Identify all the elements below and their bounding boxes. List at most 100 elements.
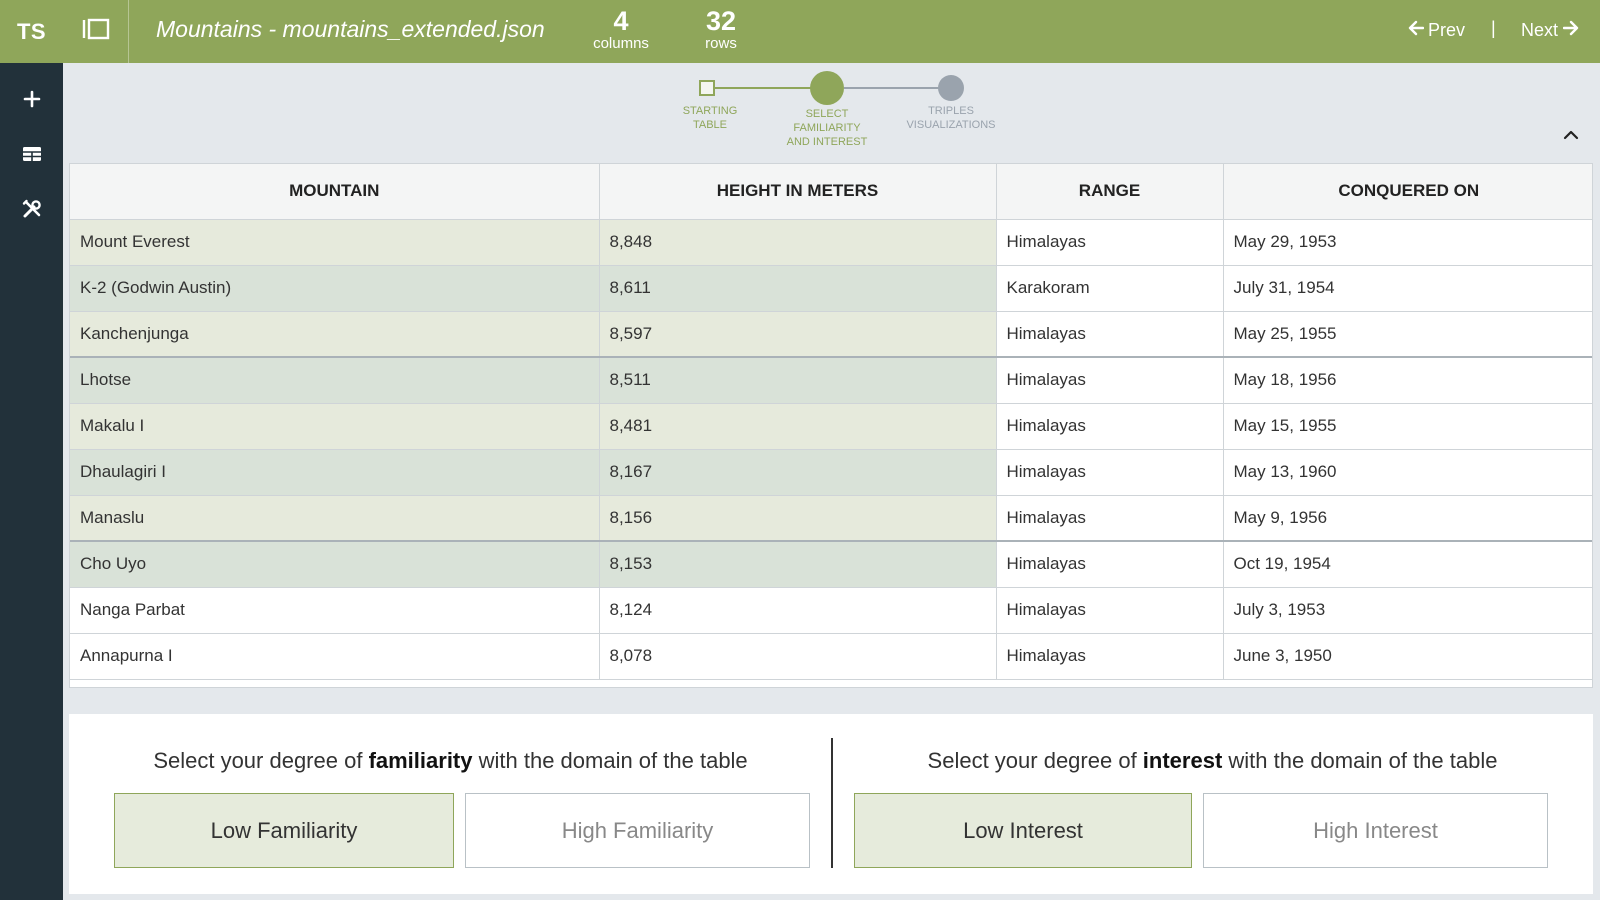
table-header-row: MOUNTAIN HEIGHT IN METERS RANGE CONQUERE…: [70, 164, 1592, 220]
low-interest-button[interactable]: Low Interest: [854, 793, 1192, 868]
table-cell[interactable]: 8,156: [599, 495, 997, 542]
table-cell[interactable]: 8,167: [599, 449, 997, 496]
table-row[interactable]: Dhaulagiri I 8,167 Himalayas May 13, 196…: [70, 449, 1592, 496]
table-cell[interactable]: May 13, 1960: [1223, 449, 1592, 496]
step-label-triples: TRIPLES VISUALIZATIONS: [891, 104, 1011, 132]
table-icon: [22, 145, 42, 163]
table-cell[interactable]: 8,481: [599, 403, 997, 450]
table-cell[interactable]: K-2 (Godwin Austin): [70, 265, 600, 312]
table-cell[interactable]: Kanchenjunga: [70, 311, 600, 358]
sidebar-toggle-button[interactable]: [63, 0, 129, 63]
interest-prompt: Select your degree of interest with the …: [832, 748, 1593, 774]
table-cell[interactable]: Himalayas: [996, 403, 1224, 450]
step-connector: [715, 87, 811, 89]
table-cell[interactable]: Oct 19, 1954: [1223, 540, 1592, 588]
next-label: Next: [1521, 20, 1559, 40]
table-cell[interactable]: Himalayas: [996, 540, 1224, 588]
table-row[interactable]: Kanchenjunga 8,597 Himalayas May 25, 195…: [70, 311, 1592, 358]
table-row[interactable]: Lhotse 8,511 Himalayas May 18, 1956: [70, 356, 1592, 404]
table-cell[interactable]: Cho Uyo: [70, 540, 600, 588]
table-cell[interactable]: Himalayas: [996, 356, 1224, 404]
table-cell[interactable]: Himalayas: [996, 449, 1224, 496]
table-row[interactable]: K-2 (Godwin Austin) 8,611 Karakoram July…: [70, 265, 1592, 312]
table-cell[interactable]: Himalayas: [996, 311, 1224, 358]
top-bar: Mountains - mountains_extended.json 4 co…: [63, 0, 1600, 63]
table-cell[interactable]: July 31, 1954: [1223, 265, 1592, 312]
table-cell[interactable]: Dhaulagiri I: [70, 449, 600, 496]
low-familiarity-button[interactable]: Low Familiarity: [114, 793, 454, 868]
sidebar-toggle-icon: [81, 17, 111, 46]
selection-panel: Select your degree of familiarity with t…: [69, 714, 1593, 894]
table-cell[interactable]: May 18, 1956: [1223, 356, 1592, 404]
rows-count: 32 rows: [681, 6, 761, 51]
table-cell[interactable]: July 3, 1953: [1223, 587, 1592, 634]
prompt-keyword: interest: [1142, 748, 1223, 773]
prev-button[interactable]: Prev: [1408, 20, 1465, 41]
tools-button[interactable]: [0, 181, 63, 236]
table-cell[interactable]: Annapurna I: [70, 633, 600, 680]
arrow-left-icon: [1408, 20, 1425, 41]
data-table-container[interactable]: MOUNTAIN HEIGHT IN METERS RANGE CONQUERE…: [69, 163, 1593, 688]
table-cell[interactable]: 8,153: [599, 540, 997, 588]
step-label-line: AND INTEREST: [786, 136, 868, 148]
table-cell[interactable]: 8,511: [599, 356, 997, 404]
table-cell[interactable]: Nanga Parbat: [70, 587, 600, 634]
arrow-right-icon: [1562, 20, 1579, 41]
table-cell[interactable]: June 3, 1950: [1223, 633, 1592, 680]
chevron-up-icon: [1563, 127, 1579, 145]
column-header-range[interactable]: RANGE: [996, 164, 1224, 220]
columns-count-label: columns: [593, 35, 649, 52]
table-cell[interactable]: Himalayas: [996, 495, 1224, 542]
table-row[interactable]: Manaslu 8,156 Himalayas May 9, 1956: [70, 495, 1592, 542]
step-label-select-familiarity: SELECT FAMILIARITY AND INTEREST: [767, 107, 887, 149]
column-header-mountain[interactable]: MOUNTAIN: [70, 164, 600, 220]
table-row[interactable]: Mount Everest 8,848 Himalayas May 29, 19…: [70, 219, 1592, 266]
app-logo[interactable]: TS: [0, 0, 63, 63]
table-cell[interactable]: 8,611: [599, 265, 997, 312]
table-cell[interactable]: Lhotse: [70, 356, 600, 404]
table-row[interactable]: Annapurna I 8,078 Himalayas June 3, 1950: [70, 633, 1592, 680]
step-label-starting-table: STARTING TABLE: [655, 104, 765, 132]
table-row[interactable]: Nanga Parbat 8,124 Himalayas July 3, 195…: [70, 587, 1592, 634]
table-cell[interactable]: May 29, 1953: [1223, 219, 1592, 266]
table-row[interactable]: Makalu I 8,481 Himalayas May 15, 1955: [70, 403, 1592, 450]
table-cell[interactable]: 8,078: [599, 633, 997, 680]
prompt-keyword: familiarity: [368, 748, 473, 773]
next-button[interactable]: Next: [1521, 20, 1579, 41]
high-familiarity-button[interactable]: High Familiarity: [465, 793, 810, 868]
table-cell[interactable]: May 15, 1955: [1223, 403, 1592, 450]
prompt-text: with the domain of the table: [1222, 748, 1498, 773]
table-cell[interactable]: Himalayas: [996, 633, 1224, 680]
interest-section: Select your degree of interest with the …: [832, 714, 1593, 894]
prompt-text: Select your degree of: [153, 748, 369, 773]
table-cell[interactable]: Makalu I: [70, 403, 600, 450]
nav-separator: |: [1491, 18, 1496, 38]
column-header-conquered[interactable]: CONQUERED ON: [1223, 164, 1592, 220]
table-cell[interactable]: Mount Everest: [70, 219, 600, 266]
add-button[interactable]: [0, 71, 63, 126]
tools-icon: [22, 199, 42, 219]
familiarity-section: Select your degree of familiarity with t…: [69, 714, 832, 894]
step-select-familiarity[interactable]: [810, 71, 844, 105]
tables-button[interactable]: [0, 126, 63, 181]
table-cell[interactable]: May 25, 1955: [1223, 311, 1592, 358]
table-cell[interactable]: Himalayas: [996, 219, 1224, 266]
table-cell[interactable]: 8,597: [599, 311, 997, 358]
table-cell[interactable]: Manaslu: [70, 495, 600, 542]
step-label-line: FAMILIARITY: [793, 122, 861, 134]
step-label-line: VISUALIZATIONS: [906, 119, 996, 131]
column-header-height[interactable]: HEIGHT IN METERS: [599, 164, 997, 220]
table-cell[interactable]: 8,848: [599, 219, 997, 266]
table-cell[interactable]: Karakoram: [996, 265, 1224, 312]
table-cell[interactable]: Himalayas: [996, 587, 1224, 634]
collapse-button[interactable]: [1560, 125, 1582, 147]
table-row[interactable]: Cho Uyo 8,153 Himalayas Oct 19, 1954: [70, 540, 1592, 588]
prev-label: Prev: [1428, 20, 1466, 40]
table-cell[interactable]: 8,124: [599, 587, 997, 634]
step-starting-table[interactable]: [699, 80, 715, 96]
familiarity-prompt: Select your degree of familiarity with t…: [69, 748, 832, 774]
plus-icon: [23, 90, 41, 108]
table-cell[interactable]: May 9, 1956: [1223, 495, 1592, 542]
high-interest-button[interactable]: High Interest: [1203, 793, 1548, 868]
step-triples-visualizations[interactable]: [938, 75, 964, 101]
